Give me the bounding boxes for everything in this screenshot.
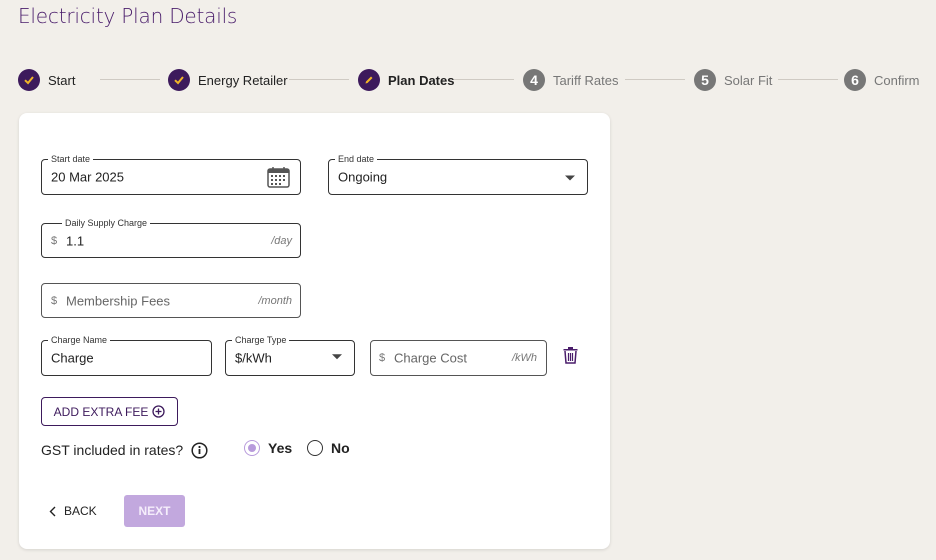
step-tariff-rates[interactable]: 4 Tariff Rates — [523, 68, 619, 92]
page-title: Electricity Plan Details — [18, 4, 238, 28]
start-date-label: Start date — [48, 153, 94, 165]
radio-checked-icon — [244, 440, 260, 456]
end-date-label: End date — [335, 153, 378, 165]
plan-details-card: Start date 20 Mar 2025 End date Ongoing … — [19, 113, 610, 549]
step-number: 6 — [844, 69, 866, 91]
unit-suffix: /month — [258, 294, 292, 307]
membership-fees-field[interactable]: $ Membership Fees /month — [41, 283, 301, 318]
gst-question: GST included in rates? — [41, 440, 208, 460]
charge-cost-field[interactable]: $ Charge Cost /kWh — [370, 340, 547, 376]
step-connector — [100, 79, 160, 80]
add-extra-fee-button[interactable]: ADD EXTRA FEE — [41, 397, 178, 426]
start-date-value: 20 Mar 2025 — [51, 169, 124, 185]
step-label: Tariff Rates — [553, 72, 619, 88]
charge-name-value: Charge — [51, 350, 94, 366]
chevron-down-icon — [332, 354, 342, 360]
gst-no-label: No — [331, 440, 350, 456]
step-solar-fit[interactable]: 5 Solar Fit — [694, 68, 772, 92]
end-date-value: Ongoing — [338, 169, 388, 185]
step-label: Plan Dates — [388, 72, 455, 88]
stepper: Start Energy Retailer Plan Dates 4 Tarif… — [18, 68, 923, 92]
charge-cost-placeholder: Charge Cost — [394, 350, 467, 366]
start-date-field[interactable]: Start date 20 Mar 2025 — [41, 153, 301, 195]
step-label: Confirm — [874, 72, 920, 88]
charge-type-value: $/kWh — [235, 350, 272, 366]
step-connector — [289, 79, 349, 80]
step-connector — [778, 79, 838, 80]
gst-yes-radio[interactable]: Yes — [244, 440, 292, 456]
step-label: Energy Retailer — [198, 72, 288, 88]
next-label: NEXT — [138, 504, 171, 518]
plus-circle-icon — [152, 405, 165, 418]
currency-prefix: $ — [51, 294, 58, 307]
gst-yes-label: Yes — [268, 440, 293, 456]
delete-icon[interactable] — [563, 347, 578, 369]
pencil-icon — [358, 69, 380, 91]
add-extra-fee-label: ADD EXTRA FEE — [53, 404, 149, 419]
gst-label: GST included in rates? — [41, 442, 184, 458]
charge-name-field[interactable]: Charge Name Charge — [41, 334, 212, 376]
daily-supply-charge-field[interactable]: Daily Supply Charge $ 1.1 /day — [41, 217, 301, 258]
currency-prefix: $ — [51, 234, 58, 247]
step-plan-dates[interactable]: Plan Dates — [358, 68, 454, 92]
calendar-icon[interactable] — [267, 166, 290, 193]
charge-type-select[interactable]: Charge Type $/kWh — [225, 334, 355, 376]
step-energy-retailer[interactable]: Energy Retailer — [168, 68, 288, 92]
unit-suffix: /day — [271, 234, 292, 247]
next-button[interactable]: NEXT — [124, 495, 185, 527]
step-connector — [625, 79, 685, 80]
radio-unchecked-icon — [307, 440, 323, 456]
unit-suffix: /kWh — [511, 352, 537, 364]
back-button[interactable]: BACK — [49, 496, 97, 526]
back-label: BACK — [64, 504, 97, 518]
currency-prefix: $ — [379, 352, 386, 364]
membership-fees-placeholder: Membership Fees — [66, 293, 171, 308]
step-confirm[interactable]: 6 Confirm — [844, 68, 920, 92]
end-date-select[interactable]: End date Ongoing — [328, 153, 588, 195]
step-number: 5 — [694, 69, 716, 91]
info-icon[interactable] — [191, 441, 208, 459]
daily-supply-charge-value: 1.1 — [66, 233, 85, 248]
check-icon — [18, 69, 40, 91]
check-icon — [168, 69, 190, 91]
charge-type-label: Charge Type — [232, 334, 290, 346]
charge-name-label: Charge Name — [48, 334, 111, 346]
step-number: 4 — [523, 69, 545, 91]
step-start[interactable]: Start — [18, 68, 75, 92]
gst-no-radio[interactable]: No — [307, 440, 350, 456]
step-connector — [454, 79, 514, 80]
chevron-left-icon — [49, 506, 56, 517]
daily-supply-charge-label: Daily Supply Charge — [62, 217, 151, 229]
step-label: Solar Fit — [724, 72, 773, 88]
chevron-down-icon — [565, 175, 575, 181]
step-label: Start — [48, 72, 76, 88]
